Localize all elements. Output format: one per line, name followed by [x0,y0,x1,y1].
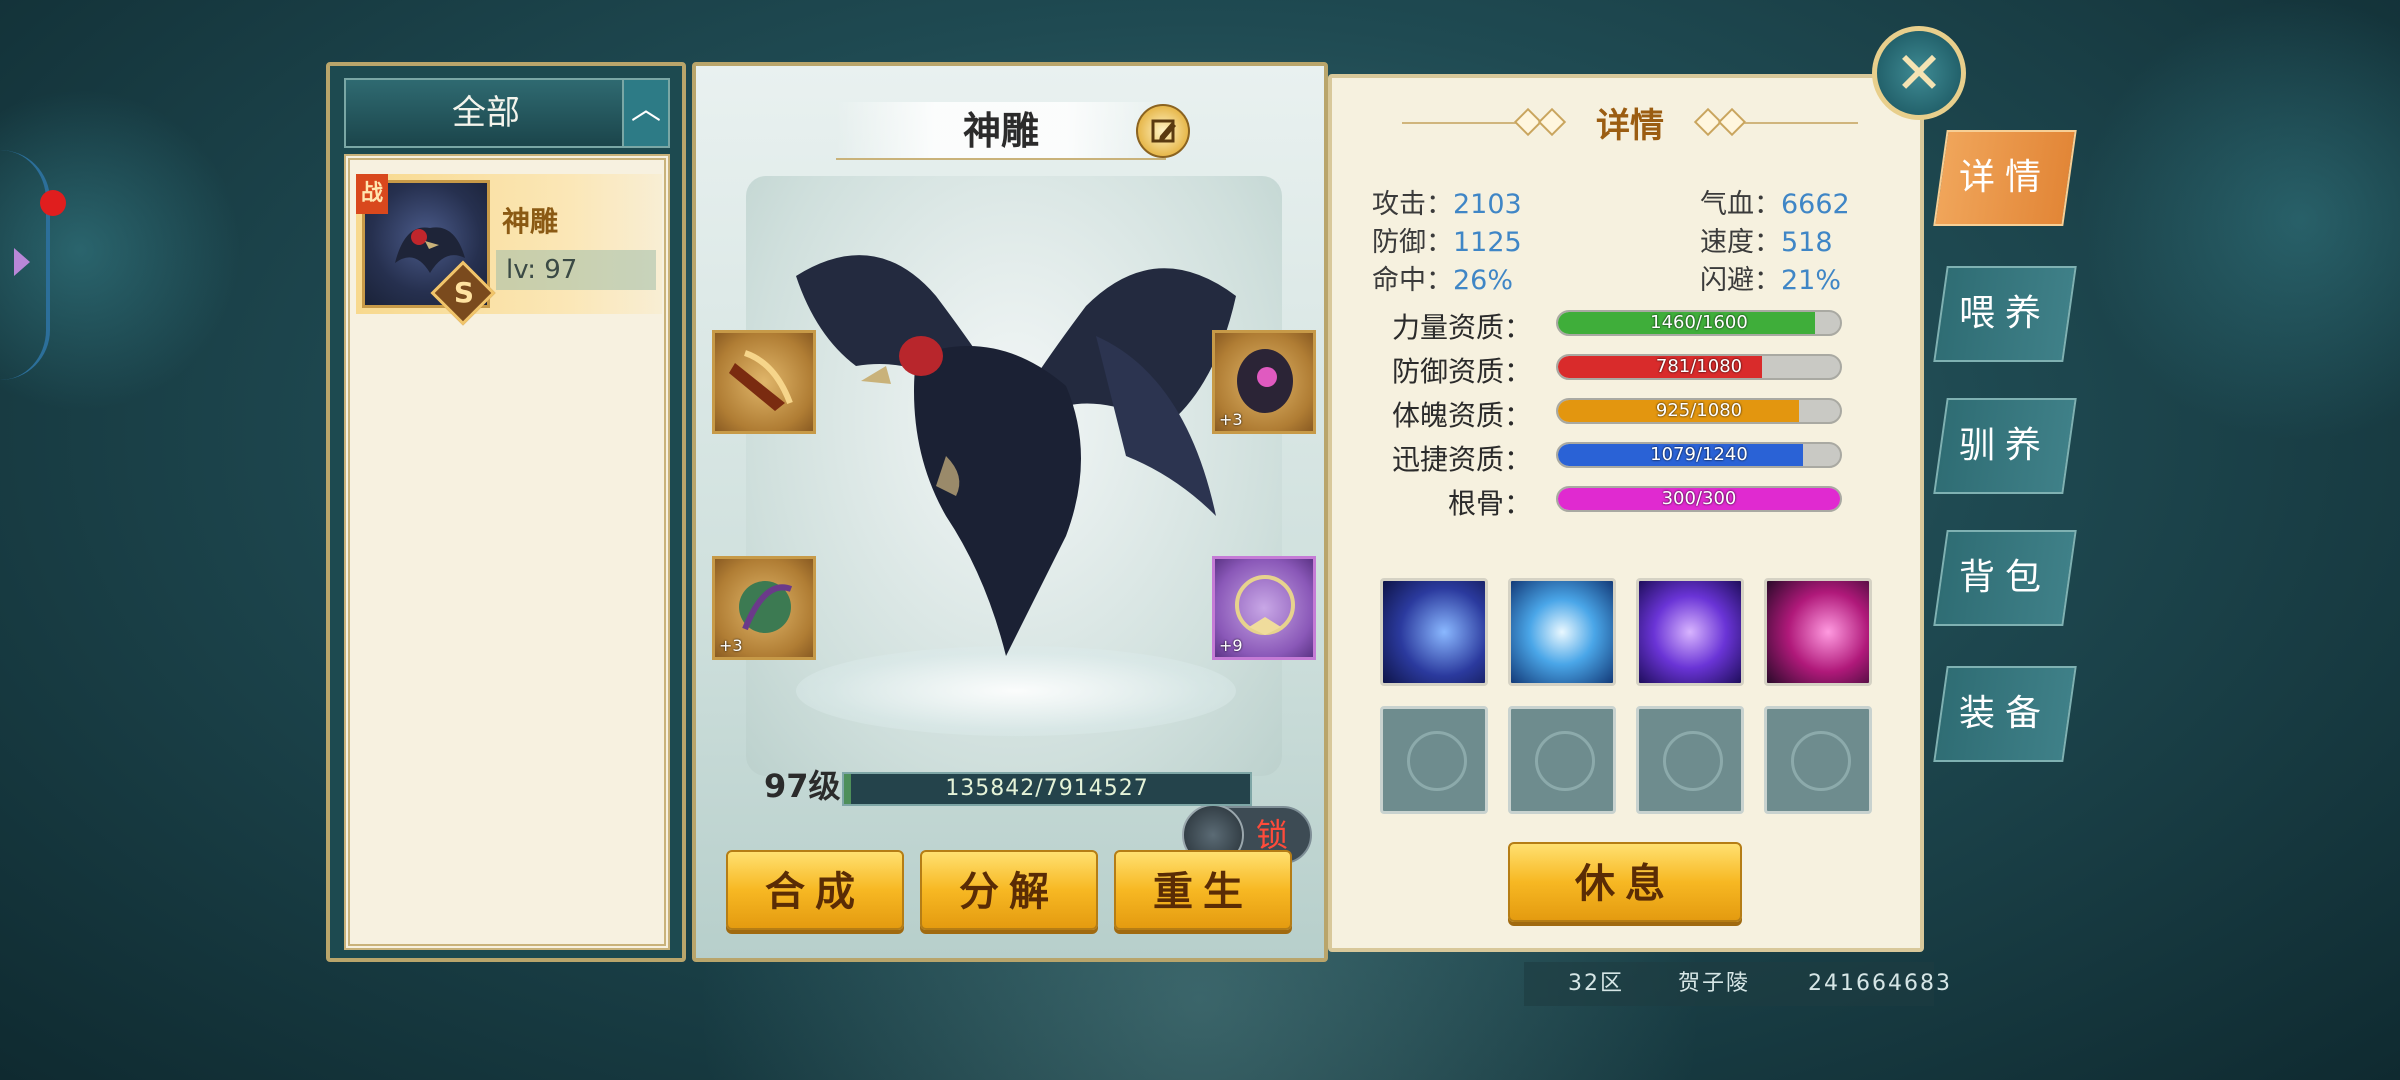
tab-details[interactable]: 详情 [1933,130,2077,226]
stat-label: 攻击： [1372,189,1453,220]
battle-badge: 战 [356,174,388,214]
stat-label: 命中： [1372,265,1453,296]
empty-slot-emblem-icon [1663,731,1723,791]
tab-bag[interactable]: 背包 [1933,530,2077,626]
aptitude-bar-root: 300/300 [1556,486,1842,512]
divine-eagle-model [796,255,1236,656]
experience-bar: 135842/7914527 [842,772,1252,806]
pet-item-level: lv: 97 [496,250,656,290]
stat-dodge: 闪避：21% [1700,258,1841,297]
tab-tame[interactable]: 驯养 [1933,398,2077,494]
aptitude-label: 力量资质： [1391,311,1532,344]
empty-slot-emblem-icon [1535,731,1595,791]
tab-feed[interactable]: 喂养 [1933,266,2077,362]
stat-hit: 命中：26% [1372,258,1513,297]
tab-equipment[interactable]: 装备 [1933,666,2077,762]
stat-value: 1125 [1453,227,1522,258]
edit-name-button[interactable] [1136,104,1190,158]
grade-text: S [453,276,475,309]
pet-display-panel: 神雕 锁 +3 +3 +9 97级 135842/7914527 合成 分解 重… [692,62,1328,962]
experience-text: 135842/7914527 [945,776,1149,801]
filter-label: 全部 [452,93,520,133]
stat-label: 气血： [1700,189,1781,220]
equipment-slot-3[interactable]: +3 [712,556,816,660]
aptitude-bar-physique: 925/1080 [1556,398,1842,424]
horn-ornament-icon [729,350,793,411]
aptitude-text: 300/300 [1661,488,1737,509]
stat-value: 26% [1453,265,1514,296]
rebirth-button[interactable]: 重生 [1114,850,1292,930]
tab-label: 驯养 [1958,425,2051,466]
empty-skill-slot[interactable] [1636,706,1744,814]
equipment-slot-4[interactable]: +9 [1212,556,1316,660]
stat-speed: 速度：518 [1700,220,1833,259]
filter-dropdown[interactable]: 全部 ︿ [344,78,670,148]
close-icon: ✕ [1894,39,1944,107]
crimson-claw-icon[interactable] [1764,578,1872,686]
close-button[interactable]: ✕ [1872,26,1966,120]
server-label: 32区 [1568,971,1624,996]
empty-skill-slot[interactable] [1764,706,1872,814]
aptitude-label: 体魄资质： [1391,399,1532,432]
player-name: 贺子陵 [1678,971,1751,996]
stat-defense: 防御：1125 [1372,220,1522,259]
vortex-icon[interactable] [1636,578,1744,686]
empty-skill-slot[interactable] [1380,706,1488,814]
stat-label: 防御： [1372,227,1453,258]
rest-button[interactable]: 休息 [1508,842,1742,922]
equipment-plus: +3 [1219,410,1243,429]
tab-label: 详情 [1958,157,2051,198]
stat-value: 518 [1781,227,1833,258]
aptitude-text: 781/1080 [1655,356,1743,377]
pencil-icon [1151,119,1176,143]
merge-button[interactable]: 合成 [726,850,904,930]
pet-list-panel: 全部 ︿ 战 S 神雕 lv: 97 [326,62,686,962]
stat-value: 21% [1781,265,1842,296]
detail-title: 详情 [1596,106,1664,146]
empty-skill-slot[interactable] [1508,706,1616,814]
stat-label: 速度： [1700,227,1781,258]
claw-slash-icon[interactable] [1380,578,1488,686]
pet-name-bar: 神雕 [836,102,1166,160]
notification-dot [40,190,66,216]
aptitude-bar-defense: 781/1080 [1556,354,1842,380]
pet-list-item[interactable]: 战 S 神雕 lv: 97 [356,174,662,326]
equipment-plus: +9 [1219,636,1243,655]
pet-level-label: 97级 [764,767,841,805]
tab-label: 喂养 [1958,293,2051,334]
pet-item-name: 神雕 [502,205,559,238]
stat-value: 2103 [1453,189,1522,220]
stat-value: 6662 [1781,189,1850,220]
aptitude-label: 防御资质： [1391,355,1532,388]
lightning-icon[interactable] [1508,578,1616,686]
pet-list: 战 S 神雕 lv: 97 [344,154,670,950]
aptitude-label: 根骨： [1447,487,1532,520]
empty-slot-emblem-icon [1791,731,1851,791]
pet-name: 神雕 [962,109,1039,153]
empty-slot-emblem-icon [1407,731,1467,791]
aptitude-bar-agility: 1079/1240 [1556,442,1842,468]
chevron-up-icon[interactable]: ︿ [622,80,668,146]
equipment-slot-2[interactable]: +3 [1212,330,1316,434]
aptitude-text: 1079/1240 [1650,444,1748,465]
aptitude-label: 迅捷资质： [1391,443,1532,476]
pet-stage: 锁 [746,176,1312,866]
aptitude-text: 1460/1600 [1650,312,1748,333]
aptitude-text: 925/1080 [1655,400,1743,421]
tab-label: 背包 [1958,557,2051,598]
stat-label: 闪避： [1700,265,1781,296]
tab-label: 装备 [1958,693,2051,734]
aptitude-bar-strength: 1460/1600 [1556,310,1842,336]
decompose-button[interactable]: 分解 [920,850,1098,930]
equipment-slot-1[interactable] [712,330,816,434]
expand-arrow-icon[interactable] [14,248,30,276]
player-id: 241664683 [1808,971,1952,996]
stat-attack: 攻击：2103 [1372,182,1522,221]
equipment-plus: +3 [719,636,743,655]
stat-hp: 气血：6662 [1700,182,1850,221]
detail-panel: 详情 攻击：2103 气血：6662 防御：1125 速度：518 命中：26%… [1328,74,1924,952]
